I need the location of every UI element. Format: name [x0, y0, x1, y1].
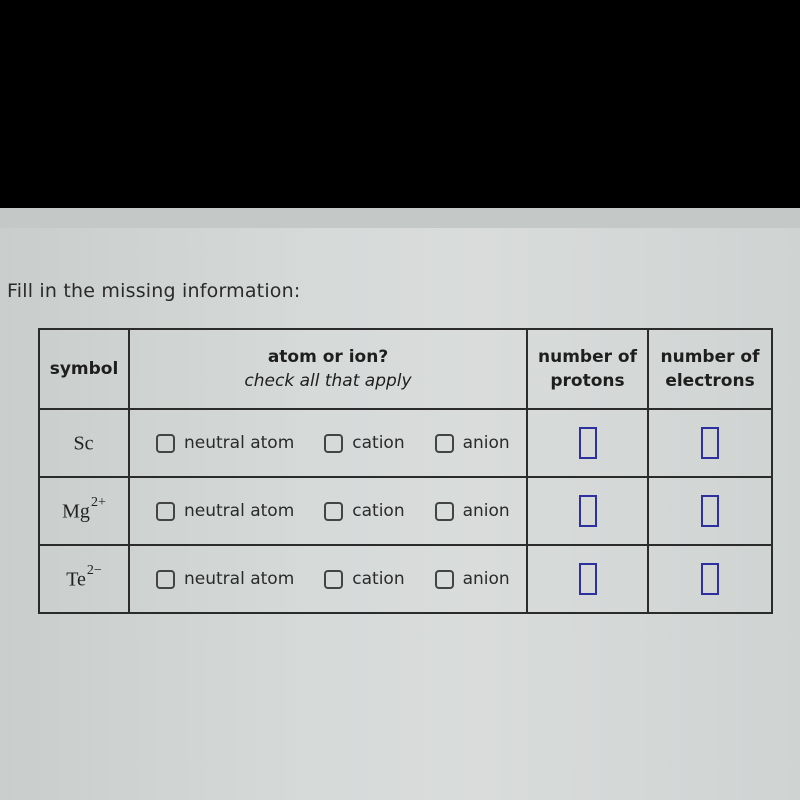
- header-row: symbol atom or ion? check all that apply…: [38, 328, 773, 410]
- option-label: cation: [352, 501, 405, 521]
- protons-input[interactable]: [578, 427, 597, 459]
- element-symbol: Te2−: [66, 563, 102, 592]
- atom-or-ion-cell: neutral atom cation anion: [128, 476, 528, 546]
- table-row: Te2− neutral atom cation anion: [38, 544, 773, 614]
- symbol-cell: Mg2+: [38, 476, 130, 546]
- option-cation[interactable]: cation: [324, 569, 405, 589]
- protons-cell: [526, 544, 649, 614]
- symbol-cell: Sc: [38, 408, 130, 478]
- protons-cell: [526, 408, 649, 478]
- option-anion[interactable]: anion: [434, 501, 510, 521]
- element-symbol: Mg2+: [62, 495, 106, 524]
- electrons-cell: [647, 544, 773, 614]
- header-electrons-line1: number of: [660, 347, 760, 367]
- header-electrons: number of electrons: [647, 328, 773, 410]
- option-cation[interactable]: cation: [324, 433, 405, 453]
- protons-input[interactable]: [578, 563, 597, 595]
- checkbox-anion[interactable]: [434, 433, 454, 453]
- header-protons-line1: number of: [538, 347, 637, 367]
- element-symbol: Sc: [74, 431, 95, 456]
- atom-or-ion-cell: neutral atom cation anion: [128, 544, 528, 614]
- option-label: neutral atom: [184, 433, 295, 453]
- protons-input[interactable]: [578, 495, 597, 527]
- symbol-cell: Te2−: [38, 544, 130, 614]
- checkbox-neutral-atom[interactable]: [156, 569, 175, 589]
- checkbox-cation[interactable]: [324, 569, 344, 589]
- top-strip: [0, 208, 800, 228]
- checkbox-anion[interactable]: [434, 501, 454, 521]
- option-cation[interactable]: cation: [324, 501, 405, 521]
- header-atom-or-ion-subtitle: check all that apply: [244, 371, 412, 391]
- option-label: anion: [462, 433, 510, 453]
- option-anion[interactable]: anion: [434, 569, 510, 589]
- header-protons: number of protons: [526, 328, 649, 410]
- electrons-input[interactable]: [701, 427, 719, 459]
- option-label: cation: [352, 433, 405, 453]
- table-row: Mg2+ neutral atom cation anion: [38, 476, 773, 546]
- header-electrons-line2: electrons: [665, 371, 755, 391]
- table-row: Sc neutral atom cation anion: [38, 408, 773, 478]
- option-label: anion: [462, 569, 510, 589]
- question-prompt: Fill in the missing information:: [7, 280, 301, 302]
- option-label: anion: [462, 501, 510, 521]
- option-label: neutral atom: [184, 569, 295, 589]
- protons-cell: [526, 476, 649, 546]
- checkbox-cation[interactable]: [324, 501, 344, 521]
- option-neutral-atom[interactable]: neutral atom: [156, 501, 294, 521]
- option-neutral-atom[interactable]: neutral atom: [156, 569, 294, 589]
- element-symbol-text: Sc: [73, 432, 94, 455]
- checkbox-anion[interactable]: [434, 569, 454, 589]
- charge-superscript: 2+: [90, 494, 106, 510]
- atom-or-ion-cell: neutral atom cation anion: [128, 408, 528, 478]
- header-protons-line2: protons: [550, 371, 625, 391]
- checkbox-neutral-atom[interactable]: [156, 433, 175, 453]
- header-atom-or-ion-title: atom or ion?: [267, 347, 389, 367]
- electrons-input[interactable]: [701, 495, 719, 527]
- option-label: cation: [352, 569, 405, 589]
- element-symbol-text: Te: [66, 568, 86, 591]
- screen: Fill in the missing information: symbol …: [0, 208, 800, 800]
- header-symbol: symbol: [38, 328, 130, 410]
- question-table: symbol atom or ion? check all that apply…: [38, 328, 773, 614]
- checkbox-cation[interactable]: [324, 433, 344, 453]
- option-anion[interactable]: anion: [434, 433, 510, 453]
- element-symbol-text: Mg: [62, 500, 90, 523]
- checkbox-neutral-atom[interactable]: [156, 501, 175, 521]
- option-label: neutral atom: [184, 501, 295, 521]
- electrons-input[interactable]: [701, 563, 719, 595]
- charge-superscript: 2−: [86, 562, 102, 578]
- electrons-cell: [647, 408, 773, 478]
- header-atom-or-ion: atom or ion? check all that apply: [128, 328, 528, 410]
- option-neutral-atom[interactable]: neutral atom: [156, 433, 294, 453]
- electrons-cell: [647, 476, 773, 546]
